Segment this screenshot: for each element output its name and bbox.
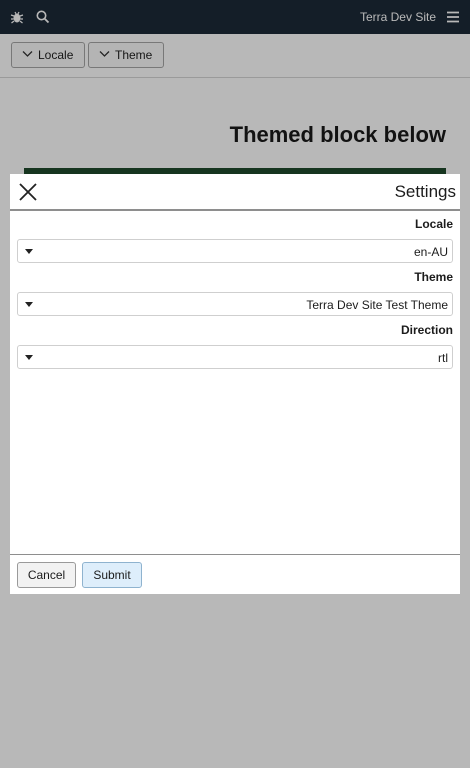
locale-select[interactable]: en-AU	[17, 239, 453, 263]
direction-select-value: rtl	[438, 351, 448, 365]
modal-footer: Cancel Submit	[10, 554, 460, 595]
modal-title: Settings	[394, 182, 456, 201]
theme-select[interactable]: Terra Dev Site Test Theme	[17, 292, 453, 316]
caret-down-icon	[25, 355, 33, 360]
settings-modal: Settings Locale en-AU Theme Terra Dev Si…	[10, 174, 460, 594]
theme-field-label: Theme	[414, 270, 453, 284]
direction-field-label: Direction	[400, 323, 453, 337]
cancel-button[interactable]: Cancel	[17, 562, 76, 588]
close-icon[interactable]	[18, 182, 38, 202]
caret-down-icon	[25, 249, 33, 254]
caret-down-icon	[25, 302, 33, 307]
theme-select-value: Terra Dev Site Test Theme	[306, 298, 448, 312]
submit-button[interactable]: Submit	[82, 562, 142, 588]
modal-header: Settings	[10, 174, 460, 211]
locale-select-value: en-AU	[413, 245, 448, 259]
direction-select[interactable]: rtl	[17, 345, 453, 369]
locale-field-label: Locale	[414, 217, 453, 231]
